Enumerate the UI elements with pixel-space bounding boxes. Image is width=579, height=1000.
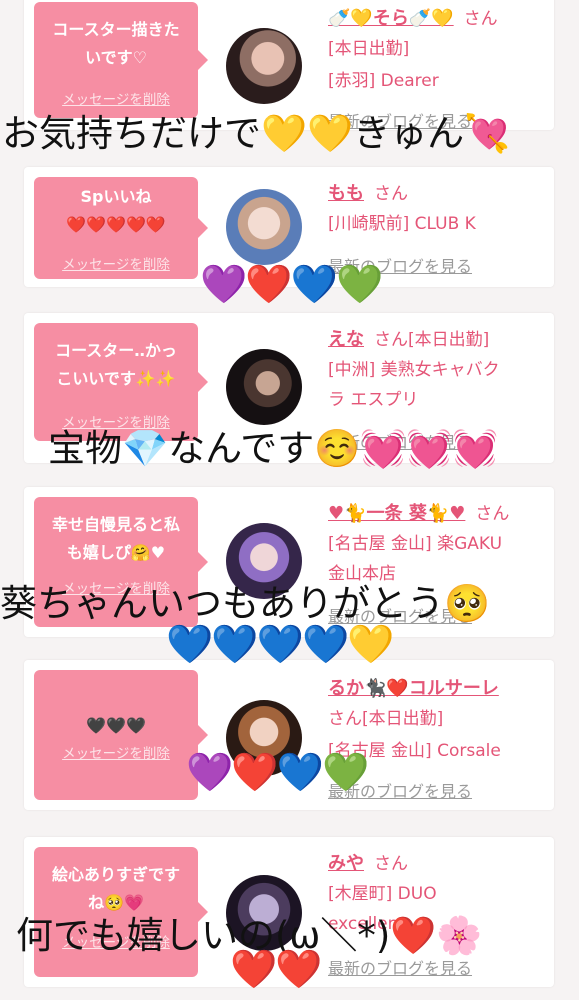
cast-name-link[interactable]: みや [328,853,364,874]
cast-name-link[interactable]: ♥🐈一条 葵🐈♥ [328,503,465,524]
cast-name-link[interactable]: もも [328,183,364,204]
shop-line: [川崎駅前] CLUB K [328,214,476,234]
message-text: Spいいね ❤️❤️❤️❤️❤️ [66,187,166,234]
message-text: 幸せ自慢見ると私 も嬉しぴ🤗♥ [51,515,180,562]
overlay-caption: 葵ちゃんいつもありがとう🥺 [0,582,491,625]
info-line: [本日出勤] [328,39,410,59]
avatar[interactable] [226,349,302,425]
message-text: 🖤🖤🖤 [86,716,146,735]
message-bubble: Spいいね ❤️❤️❤️❤️❤️ メッセージを削除 [34,177,208,279]
cast-info: 🍼💛そら🍼💛 さん [本日出勤] [赤羽] Dearer [328,4,548,94]
shop-line: [赤羽] Dearer [328,71,439,91]
shop-line: [名古屋 金山] 楽GAKU [328,534,503,554]
cast-name-link[interactable]: るか🐈‍⬛❤️コルサーレ [328,678,499,699]
avatar[interactable] [226,28,302,104]
avatar[interactable] [226,189,302,265]
honorific: さん [374,184,408,204]
overlay-hearts: 💙💙💙💙💛 [166,622,395,666]
message-bubble: 🖤🖤🖤 メッセージを削除 [34,670,208,800]
message-bubble: コースター描きた いです♡ メッセージを削除 [34,2,208,118]
honorific: さん [374,854,408,874]
delete-message-link[interactable]: メッセージを削除 [34,253,198,273]
shop-line: ラ エスプリ [328,390,419,410]
honorific: さん [475,504,510,524]
cast-info: もも さん [川崎駅前] CLUB K [328,179,548,237]
overlay-hearts: 💜❤️💙💚 [200,262,383,306]
shop-line: [中洲] 美熟女キャバク [328,360,500,380]
info-line: さん[本日出勤] [328,709,444,729]
overlay-caption: お気持ちだけで💛💛きゅん💘 [2,112,511,155]
shop-line: [木屋町] DUO [328,884,437,904]
cast-info: えな さん[本日出勤] [中洲] 美熟女キャバク ラ エスプリ [328,325,548,413]
overlay-caption: 宝物💎なんです☺️💓💓💓 [48,427,499,470]
honorific: さん[本日出勤] [374,330,490,350]
message-text: コースター‥かっ こいいです✨✨ [55,341,177,388]
delete-message-link[interactable]: メッセージを削除 [34,742,198,762]
overlay-hearts: ❤️❤️ [230,947,323,991]
cast-name-link[interactable]: 🍼💛そら🍼💛 [328,8,454,29]
message-text: コースター描きた いです♡ [52,20,180,67]
cast-name-link[interactable]: えな [328,329,364,350]
overlay-hearts: 💜❤️💙💚 [186,750,369,794]
honorific: さん [463,9,498,29]
